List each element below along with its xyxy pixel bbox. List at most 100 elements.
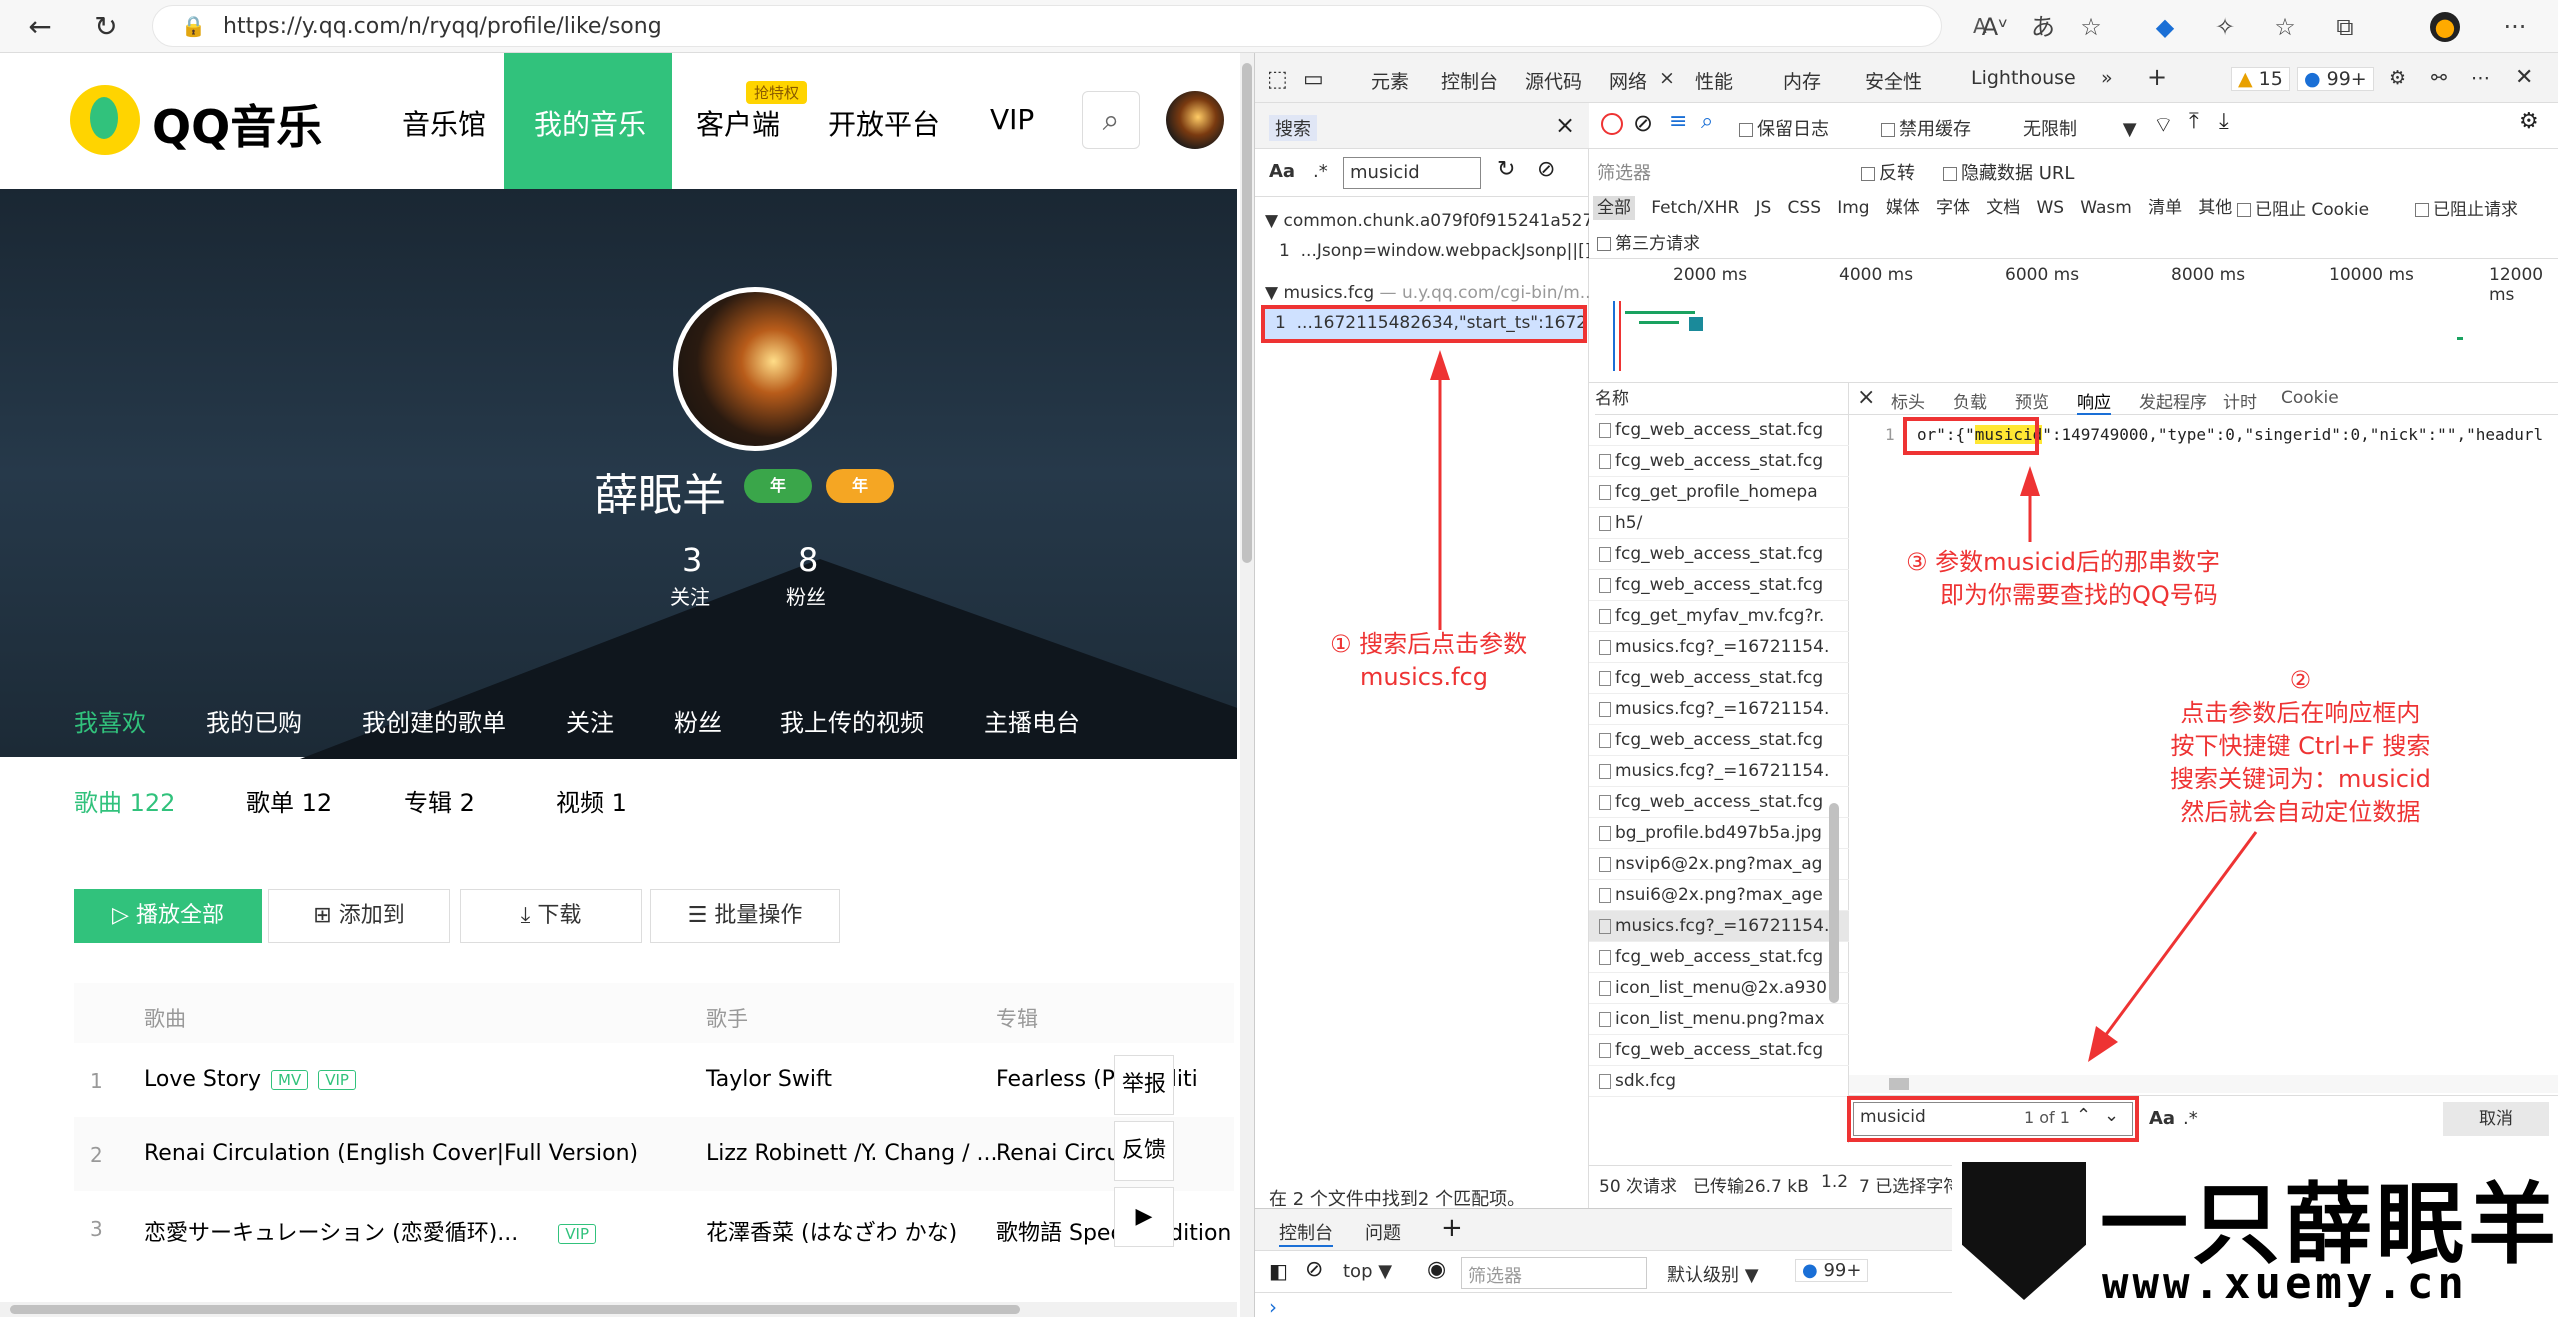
- request-row[interactable]: icon_list_menu@2x.a930: [1589, 973, 1849, 1004]
- clear-icon[interactable]: ⊘: [1537, 157, 1555, 182]
- drawer-tab-console[interactable]: 控制台: [1279, 1219, 1333, 1247]
- extensions-icon[interactable]: ✧: [2210, 12, 2240, 42]
- blocked-cookie-checkbox[interactable]: 已阻止 Cookie: [2237, 195, 2369, 220]
- request-row[interactable]: bg_profile.bd497b5a.jpg: [1589, 818, 1849, 849]
- hide-data-url-checkbox[interactable]: 隐藏数据 URL: [1943, 159, 2074, 185]
- match-case-icon[interactable]: Aa: [2149, 1108, 2175, 1129]
- request-row[interactable]: nsvip6@2x.png?max_ag: [1589, 849, 1849, 880]
- translate-icon[interactable]: あ: [2028, 12, 2058, 42]
- checkbox[interactable]: [1861, 167, 1875, 181]
- more-tabs-icon[interactable]: »: [2101, 67, 2113, 89]
- tab-videos[interactable]: 视频 1: [556, 783, 627, 818]
- subnav-created-playlists[interactable]: 我创建的歌单: [362, 703, 506, 738]
- filter-other[interactable]: 其他: [2198, 198, 2232, 218]
- refresh-icon[interactable]: ↻: [86, 8, 126, 46]
- filter-icon[interactable]: ≡: [1669, 109, 1687, 134]
- response-hscroll[interactable]: [1849, 1075, 2558, 1093]
- tab-response[interactable]: 响应: [2077, 388, 2111, 415]
- connect-icon[interactable]: ⚯: [2431, 67, 2447, 89]
- address-bar[interactable]: 🔒 https://y.qq.com/n/ryqq/profile/like/s…: [152, 5, 1987, 47]
- eye-icon[interactable]: ◉: [1427, 1257, 1446, 1282]
- close-icon[interactable]: ×: [1555, 111, 1575, 139]
- tab-preview[interactable]: 预览: [2015, 388, 2049, 413]
- request-row[interactable]: fcg_get_myfav_mv.fcg?r.: [1589, 601, 1849, 632]
- feedback-button[interactable]: 反馈: [1114, 1121, 1174, 1181]
- batch-button[interactable]: ☰ 批量操作: [650, 889, 840, 943]
- name-column-header[interactable]: 名称: [1595, 383, 1849, 415]
- close-devtools-icon[interactable]: ✕: [2515, 65, 2533, 90]
- request-row[interactable]: musics.fcg?_=16721154.: [1589, 911, 1849, 942]
- tab-elements[interactable]: 元素: [1371, 67, 1409, 94]
- list-scrollbar[interactable]: [1829, 803, 1839, 1003]
- search-tab[interactable]: 搜索: [1269, 115, 1317, 141]
- tab-security[interactable]: 安全性: [1865, 67, 1922, 94]
- add-favorite-icon[interactable]: ☆: [2076, 12, 2106, 42]
- subnav-liked[interactable]: 我喜欢: [74, 703, 146, 738]
- search-input[interactable]: musicid: [1343, 157, 1481, 189]
- tab-headers[interactable]: 标头: [1891, 388, 1925, 413]
- tab-playlists[interactable]: 歌单 12: [246, 783, 332, 818]
- tab-payload[interactable]: 负载: [1953, 388, 1987, 413]
- checkbox[interactable]: [1597, 237, 1611, 251]
- checkbox[interactable]: [1943, 167, 1957, 181]
- result-line-common[interactable]: 1 ...Jsonp=window.webpackJsonp||[]).: [1279, 241, 1603, 261]
- filter-js[interactable]: JS: [1756, 198, 1772, 218]
- more-options-icon[interactable]: ⋯: [2471, 67, 2490, 89]
- record-icon[interactable]: [1601, 113, 1623, 135]
- follow-count[interactable]: 3: [682, 541, 702, 579]
- fans-count[interactable]: 8: [798, 541, 818, 579]
- request-row[interactable]: musics.fcg?_=16721154.: [1589, 756, 1849, 787]
- filter-media[interactable]: 媒体: [1886, 198, 1920, 218]
- request-row[interactable]: fcg_web_access_stat.fcg: [1589, 725, 1849, 756]
- mv-tag[interactable]: MV: [271, 1070, 309, 1090]
- tab-network[interactable]: 网络: [1609, 67, 1647, 94]
- preserve-log-checkbox[interactable]: 保留日志: [1739, 115, 1829, 141]
- play-all-button[interactable]: ▷ 播放全部: [74, 889, 262, 943]
- logo-text[interactable]: QQ音乐: [152, 91, 322, 157]
- tab-songs[interactable]: 歌曲 122: [74, 783, 175, 818]
- close-icon[interactable]: ×: [1857, 385, 1875, 410]
- scroll-thumb[interactable]: [10, 1305, 1020, 1314]
- nav-open-platform[interactable]: 开放平台: [828, 103, 940, 143]
- filter-doc[interactable]: 文档: [1986, 198, 2020, 218]
- more-icon[interactable]: ···: [2500, 12, 2530, 42]
- filter-css[interactable]: CSS: [1788, 198, 1821, 218]
- request-row[interactable]: sdk.fcg: [1589, 1066, 1849, 1097]
- filter-ws[interactable]: WS: [2036, 198, 2064, 218]
- read-aloud-icon[interactable]: Aᵛ: [1980, 12, 2010, 42]
- result-file-musics[interactable]: ▼ musics.fcg — u.y.qq.com/cgi-bin/m...: [1265, 283, 1596, 303]
- subnav-following[interactable]: 关注: [566, 703, 614, 738]
- tab-memory[interactable]: 内存: [1783, 67, 1821, 94]
- close-icon[interactable]: ×: [1659, 67, 1675, 89]
- row-singer[interactable]: 花澤香菜 (はなざわ かな): [706, 1215, 957, 1247]
- tab-console[interactable]: 控制台: [1441, 67, 1498, 94]
- request-row[interactable]: musics.fcg?_=16721154.: [1589, 694, 1849, 725]
- tab-performance[interactable]: 性能: [1695, 67, 1733, 94]
- collections-icon[interactable]: ⧉: [2330, 12, 2360, 42]
- console-prompt-icon[interactable]: ›: [1269, 1295, 1277, 1319]
- qq-music-logo-icon[interactable]: [70, 85, 140, 155]
- checkbox[interactable]: [1881, 123, 1895, 137]
- scroll-thumb[interactable]: [1889, 1078, 1909, 1090]
- settings-gear-icon[interactable]: ⚙: [2519, 109, 2539, 134]
- request-row[interactable]: h5/: [1589, 508, 1849, 539]
- add-to-button[interactable]: ⊞ 添加到: [268, 889, 450, 943]
- request-row[interactable]: fcg_web_access_stat.fcg: [1589, 787, 1849, 818]
- console-filter-input[interactable]: 筛选器: [1461, 1257, 1647, 1289]
- tab-timing[interactable]: 计时: [2223, 388, 2257, 413]
- request-row[interactable]: fcg_web_access_stat.fcg: [1589, 1035, 1849, 1066]
- request-row[interactable]: fcg_web_access_stat.fcg: [1589, 446, 1849, 477]
- request-row[interactable]: icon_list_menu.png?max: [1589, 1004, 1849, 1035]
- add-tab-icon[interactable]: +: [1441, 1213, 1463, 1243]
- tab-cookie[interactable]: Cookie: [2281, 388, 2339, 408]
- request-row[interactable]: musics.fcg?_=16721154.: [1589, 632, 1849, 663]
- subnav-uploaded-videos[interactable]: 我上传的视频: [780, 703, 924, 738]
- filter-wasm[interactable]: Wasm: [2080, 198, 2132, 218]
- request-row[interactable]: fcg_web_access_stat.fcg: [1589, 942, 1849, 973]
- throttle-select[interactable]: 无限制 ▼: [2023, 115, 2137, 141]
- request-row[interactable]: fcg_web_access_stat.fcg: [1589, 415, 1849, 446]
- message-count[interactable]: ● 99+: [2297, 67, 2374, 91]
- row-song[interactable]: 恋愛サーキュレーション (恋愛循环)... VIP: [144, 1215, 596, 1247]
- filter-xhr[interactable]: Fetch/XHR: [1651, 198, 1739, 218]
- result-file-common[interactable]: ▼ common.chunk.a079f0f915241a527...: [1265, 211, 1609, 231]
